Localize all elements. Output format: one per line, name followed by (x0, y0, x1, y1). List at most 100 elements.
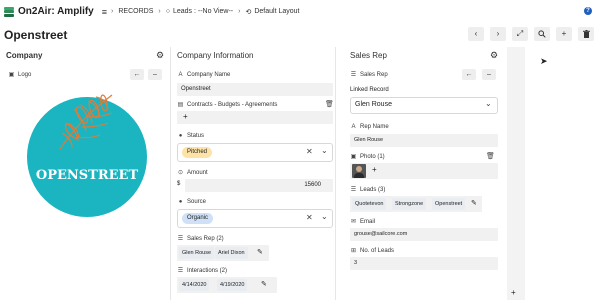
gear-icon[interactable]: ⚙ (156, 51, 165, 60)
company-name-label: A Company Name (177, 72, 230, 78)
source-label: ● Source (177, 199, 206, 205)
photo-label-text: Photo (1) (360, 153, 385, 160)
add-photo-button[interactable]: + (372, 164, 377, 176)
next-record-button[interactable]: › (490, 27, 506, 41)
company-name-field[interactable]: Openstreet (177, 83, 333, 96)
move-left-button[interactable]: ← (130, 69, 144, 80)
add-attachment-button[interactable]: + (183, 112, 188, 121)
linked-record-label: Linked Record (350, 87, 389, 93)
email-label-text: Email (360, 218, 376, 225)
contracts-label-text: Contracts - Budgets - Agreements (187, 101, 278, 108)
sales-rep-panel-heading: Sales Rep (350, 51, 387, 60)
amount-field[interactable]: 15600 (185, 179, 333, 192)
lead-chip[interactable]: Quotetevon (352, 198, 387, 210)
trash-icon[interactable]: 🗑 (325, 100, 334, 108)
company-info-heading: Company Information (177, 51, 254, 60)
no-of-leads-label-text: No. of Leads (360, 247, 395, 254)
edit-icon[interactable]: ✎ (257, 247, 263, 259)
breadcrumb-leads[interactable]: Leads : --No View-- (173, 8, 233, 15)
logo-label: ▣ Logo (8, 71, 32, 79)
linked-record-icon: ☰ (350, 187, 357, 193)
breadcrumb-layout[interactable]: Default Layout (254, 8, 299, 15)
no-of-leads-label: ⊞ No. of Leads (350, 247, 395, 255)
help-icon[interactable]: ? (584, 7, 592, 15)
add-record-button[interactable]: + (556, 27, 572, 41)
logo-text: OPENSTREET (36, 168, 139, 183)
interactions-field: 4/14/2020 4/19/2020 ✎ (177, 277, 277, 293)
linked-record-icon: ☰ (350, 72, 357, 78)
edit-icon[interactable]: ✎ (261, 279, 267, 291)
contracts-label: ▤ Contracts - Budgets - Agreements (177, 101, 278, 109)
source-select[interactable]: Organic ✕ ⌄ (177, 209, 333, 228)
rep-name-label-text: Rep Name (360, 124, 389, 130)
linked-record-select[interactable]: Glen Rouse ⌄ (350, 97, 498, 114)
app-logo-icon (4, 6, 14, 17)
add-panel-strip: + (507, 47, 525, 300)
photo-label: ▣ Photo (1) (350, 153, 385, 161)
image-icon: ▣ (350, 154, 357, 160)
clear-icon[interactable]: ✕ (306, 147, 313, 156)
email-label: ✉ Email (350, 218, 376, 226)
rep-name-field: Glen Rouse (350, 134, 498, 147)
number-icon: ⊙ (177, 170, 184, 176)
currency-prefix: $ (177, 181, 181, 187)
collapse-button[interactable]: – (482, 69, 496, 80)
status-label: ● Status (177, 133, 204, 139)
interaction-chip[interactable]: 4/19/2020 (217, 279, 248, 291)
company-panel: Company ⚙ ▣ Logo ← – OPENSTREET (0, 47, 170, 300)
email-field: grouse@sailcore.com (350, 228, 498, 241)
clear-icon[interactable]: ✕ (306, 213, 313, 222)
status-pill: Pitched (182, 147, 213, 158)
source-pill: Organic (182, 213, 214, 224)
search-icon[interactable] (534, 27, 550, 41)
leads-label: ☰ Leads (3) (350, 186, 386, 194)
page-title: Openstreet (4, 28, 68, 42)
delete-record-button[interactable] (578, 27, 594, 41)
amount-label-text: Amount (187, 169, 208, 176)
chevron-down-icon[interactable]: ⌄ (485, 99, 492, 108)
linked-record-value: Glen Rouse (355, 101, 392, 108)
linked-record-icon: ☰ (177, 236, 184, 242)
sales-rep-chip[interactable]: Ariel Dixon (215, 247, 248, 259)
chevron-down-icon[interactable]: ⌄ (321, 146, 328, 155)
interactions-label: ☰ Interactions (2) (177, 267, 227, 275)
menu-icon[interactable]: ≡ (102, 7, 107, 17)
sales-rep-label: ☰ Sales Rep (2) (177, 235, 224, 243)
mail-icon: ✉ (350, 219, 357, 225)
text-field-icon: A (178, 72, 183, 78)
expand-icon[interactable]: ⤢ (512, 27, 528, 41)
gear-icon[interactable]: ⚙ (490, 51, 499, 60)
collapse-button[interactable]: – (148, 69, 162, 80)
add-panel-button[interactable]: + (511, 288, 516, 297)
amount-label: ⊙ Amount (177, 169, 208, 177)
breadcrumb-records[interactable]: RECORDS (118, 8, 153, 15)
photo-field: + (350, 163, 498, 179)
sales-rep-panel: Sales Rep ⚙ ☰ Sales Rep ← – Linked Recor… (336, 47, 506, 300)
move-left-button[interactable]: ← (462, 69, 476, 80)
sales-rep-sub-label-text: Sales Rep (360, 71, 388, 78)
contracts-field[interactable]: + (177, 111, 333, 124)
chevron-down-icon[interactable]: ⌄ (321, 212, 328, 221)
avatar[interactable] (352, 164, 366, 178)
attachment-icon: ▤ (177, 102, 184, 108)
image-icon: ▣ (8, 72, 15, 78)
mouse-cursor-icon: ➤ (540, 56, 548, 66)
prev-record-button[interactable]: ‹ (468, 27, 484, 41)
interaction-chip[interactable]: 4/14/2020 (179, 279, 210, 291)
edit-icon[interactable]: ✎ (471, 198, 477, 210)
trash-icon[interactable]: 🗑 (486, 152, 495, 160)
record-title-bar: Openstreet ‹ › ⤢ + (0, 25, 600, 45)
leads-label-text: Leads (3) (360, 186, 386, 193)
status-label-text: Status (187, 133, 205, 139)
company-panel-heading: Company (6, 51, 43, 60)
company-info-panel: Company Information A Company Name Opens… (171, 47, 335, 300)
status-select[interactable]: Pitched ✕ ⌄ (177, 143, 333, 162)
lead-chip[interactable]: Strongzone (392, 198, 427, 210)
logo-label-text: Logo (18, 71, 32, 78)
sales-rep-sub-label: ☰ Sales Rep (350, 71, 388, 79)
layout-icon: ⟲ (245, 8, 252, 16)
sales-rep-chip[interactable]: Glen Rouse (179, 247, 215, 259)
lead-chip[interactable]: Openstreet (432, 198, 466, 210)
leads-field: Quotetevon Strongzone Openstreet ✎ (350, 196, 482, 212)
rep-name-label: A Rep Name (350, 124, 389, 130)
